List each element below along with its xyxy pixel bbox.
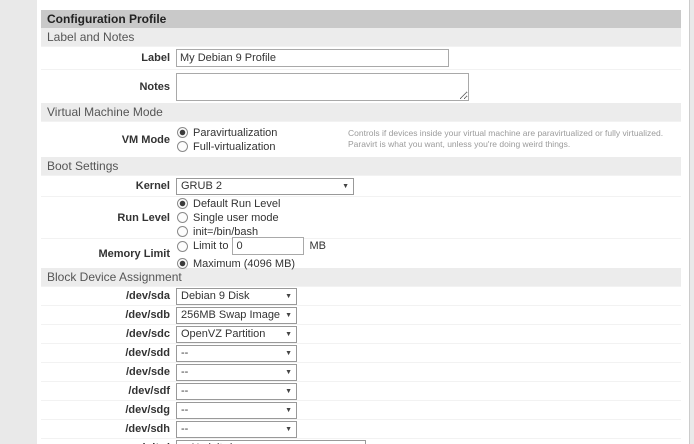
section-boot-settings: Boot Settings: [41, 157, 681, 175]
label-input[interactable]: [176, 49, 449, 67]
dev-sdf-label: /dev/sdf: [41, 385, 176, 397]
dev-sdh-select-value: --: [181, 423, 188, 435]
memory-limit-unit: MB: [309, 240, 326, 252]
vm-mode-option-paravirtualization[interactable]: Paravirtualization: [176, 126, 348, 140]
memory-maximum-label: Maximum (4096 MB): [193, 258, 295, 270]
default-run-level-radio[interactable]: [177, 198, 188, 209]
initrd-row: initrd -- No initrd -- ▼: [41, 438, 681, 444]
dropdown-arrow-icon: ▼: [285, 331, 292, 338]
dev-sde-row: /dev/sde -- ▼: [41, 362, 681, 381]
memory-limit-label: Memory Limit: [41, 248, 176, 260]
kernel-label: Kernel: [41, 180, 176, 192]
dev-sdd-row: /dev/sdd -- ▼: [41, 343, 681, 362]
kernel-select[interactable]: GRUB 2 ▼: [176, 178, 354, 195]
dev-sda-select[interactable]: Debian 9 Disk ▼: [176, 288, 297, 305]
dev-sdb-row: /dev/sdb 256MB Swap Image ▼: [41, 305, 681, 324]
dropdown-arrow-icon: ▼: [285, 369, 292, 376]
vm-mode-help-text: Controls if devices inside your virtual …: [348, 126, 663, 150]
memory-limit-to-radio[interactable]: [177, 241, 188, 252]
dropdown-arrow-icon: ▼: [285, 350, 292, 357]
memory-maximum-radio[interactable]: [177, 258, 188, 269]
kernel-row: Kernel GRUB 2 ▼: [41, 175, 681, 196]
dev-sdg-row: /dev/sdg -- ▼: [41, 400, 681, 419]
dropdown-arrow-icon: ▼: [285, 312, 292, 319]
paravirtualization-radio-label: Paravirtualization: [193, 127, 277, 139]
run-level-option-single-user[interactable]: Single user mode: [176, 211, 681, 225]
label-field-label: Label: [41, 52, 176, 64]
paravirtualization-radio[interactable]: [177, 127, 188, 138]
dev-sdh-select[interactable]: -- ▼: [176, 421, 297, 438]
dev-sdf-select-value: --: [181, 385, 188, 397]
dev-sdf-row: /dev/sdf -- ▼: [41, 381, 681, 400]
full-virtualization-radio-label: Full-virtualization: [193, 141, 276, 153]
memory-limit-row: Memory Limit Limit to MB Maximum (4096 M…: [41, 238, 681, 268]
run-level-label: Run Level: [41, 212, 176, 224]
dev-sdh-row: /dev/sdh -- ▼: [41, 419, 681, 438]
dropdown-arrow-icon: ▼: [285, 388, 292, 395]
default-run-level-radio-label: Default Run Level: [193, 198, 280, 210]
section-label-and-notes: Label and Notes: [41, 28, 681, 46]
memory-limit-to-label: Limit to: [193, 240, 228, 252]
vm-mode-label: VM Mode: [41, 134, 176, 146]
vm-mode-row: VM Mode Paravirtualization Full-virtuali…: [41, 121, 681, 157]
dropdown-arrow-icon: ▼: [285, 293, 292, 300]
dev-sde-select[interactable]: -- ▼: [176, 364, 297, 381]
dev-sda-row: /dev/sda Debian 9 Disk ▼: [41, 286, 681, 305]
page-title: Configuration Profile: [41, 10, 681, 28]
dev-sdd-select[interactable]: -- ▼: [176, 345, 297, 362]
memory-limit-input[interactable]: [232, 237, 304, 255]
vm-mode-help-line1: Controls if devices inside your virtual …: [348, 128, 663, 139]
page: Configuration Profile Label and Notes La…: [0, 0, 694, 444]
single-user-mode-radio[interactable]: [177, 212, 188, 223]
kernel-select-value: GRUB 2: [181, 180, 222, 192]
notes-row: Notes: [41, 69, 681, 103]
dev-sdc-select-value: OpenVZ Partition: [181, 328, 265, 340]
notes-textarea[interactable]: [176, 73, 469, 101]
content-panel: Configuration Profile Label and Notes La…: [37, 0, 690, 444]
dropdown-arrow-icon: ▼: [342, 183, 349, 190]
dev-sdf-select[interactable]: -- ▼: [176, 383, 297, 400]
run-level-option-default[interactable]: Default Run Level: [176, 197, 681, 211]
dev-sdg-label: /dev/sdg: [41, 404, 176, 416]
dev-sdd-select-value: --: [181, 347, 188, 359]
dev-sdc-row: /dev/sdc OpenVZ Partition ▼: [41, 324, 681, 343]
dev-sde-select-value: --: [181, 366, 188, 378]
run-level-row: Run Level Default Run Level Single user …: [41, 196, 681, 238]
dev-sdg-select[interactable]: -- ▼: [176, 402, 297, 419]
section-virtual-machine-mode: Virtual Machine Mode: [41, 103, 681, 121]
dropdown-arrow-icon: ▼: [285, 426, 292, 433]
dev-sdc-select[interactable]: OpenVZ Partition ▼: [176, 326, 297, 343]
vm-mode-help-line2: Paravirt is what you want, unless you're…: [348, 139, 663, 150]
dropdown-arrow-icon: ▼: [285, 407, 292, 414]
notes-field-label: Notes: [41, 81, 176, 93]
dev-sdd-label: /dev/sdd: [41, 347, 176, 359]
dev-sdb-select-value: 256MB Swap Image: [181, 309, 280, 321]
dev-sdg-select-value: --: [181, 404, 188, 416]
full-virtualization-radio[interactable]: [177, 141, 188, 152]
dev-sdh-label: /dev/sdh: [41, 423, 176, 435]
dev-sde-label: /dev/sde: [41, 366, 176, 378]
dev-sdb-label: /dev/sdb: [41, 309, 176, 321]
dev-sda-label: /dev/sda: [41, 290, 176, 302]
single-user-mode-radio-label: Single user mode: [193, 212, 279, 224]
initrd-select[interactable]: -- No initrd -- ▼: [176, 440, 366, 444]
dev-sdc-label: /dev/sdc: [41, 328, 176, 340]
dev-sdb-select[interactable]: 256MB Swap Image ▼: [176, 307, 297, 324]
dev-sda-select-value: Debian 9 Disk: [181, 290, 249, 302]
label-row: Label: [41, 46, 681, 69]
vm-mode-option-full-virtualization[interactable]: Full-virtualization: [176, 140, 348, 154]
